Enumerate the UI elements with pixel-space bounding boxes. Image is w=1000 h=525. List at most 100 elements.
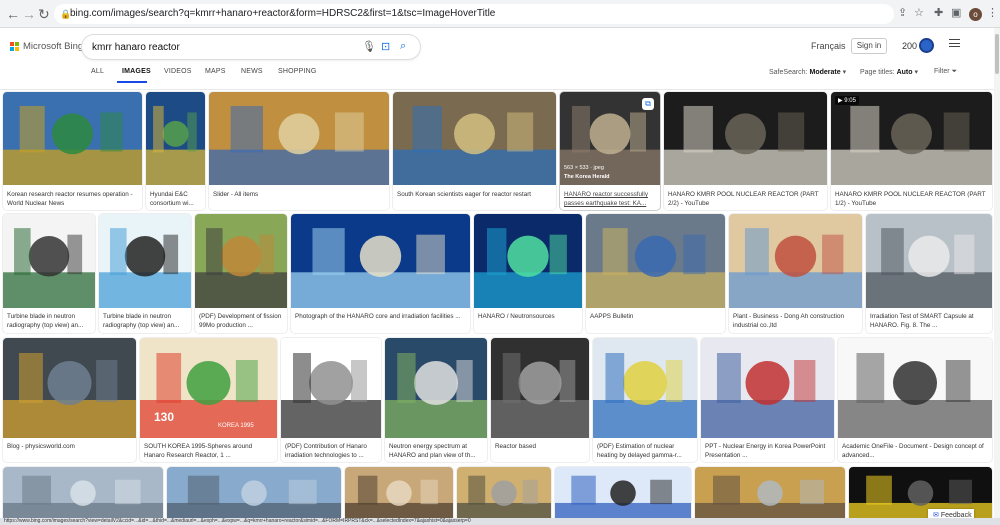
result-caption: (PDF) Development of fission 99Mo produc… <box>199 313 282 329</box>
search-icon[interactable]: ⌕ <box>400 40 406 53</box>
tab-all[interactable]: ALL <box>91 68 104 75</box>
bing-header: Microsoft Bing 🎙 ⊡ ⌕ Français Sign in 20… <box>0 28 1000 90</box>
result-caption: South Korean scientists eager for reacto… <box>397 191 532 198</box>
link-status-bar: https://www.bing.com/images/search?view=… <box>0 518 1000 525</box>
language-link[interactable]: Français <box>811 41 846 51</box>
result-caption: HANARO / Neutronsources <box>478 313 555 320</box>
rewards-count[interactable]: 200 <box>902 41 917 51</box>
stamp-denomination: 130 <box>154 410 175 424</box>
safesearch-label: SafeSearch: <box>769 69 808 76</box>
safesearch-dropdown[interactable]: SafeSearch: Moderate ▾ <box>769 68 846 76</box>
image-result[interactable]: PPT - Nuclear Energy in Korea PowerPoint… <box>701 338 834 462</box>
scrollbar-thumb[interactable] <box>995 34 999 74</box>
image-result[interactable]: Turbine blade in neutron radiography (to… <box>99 214 191 333</box>
result-thumbnail <box>555 467 691 525</box>
result-caption: (PDF) Contribution of Hanaro irradiation… <box>285 443 367 459</box>
result-caption: Reactor based <box>495 443 536 450</box>
result-caption: Irradiation Test of SMART Capsule at HAN… <box>870 313 974 329</box>
image-result[interactable]: 130 KOREA 1995 SOUTH KOREA 1995-Spheres … <box>140 338 277 462</box>
image-result[interactable]: Hyundai E&C consortium wi... <box>146 92 205 210</box>
result-thumbnail <box>3 214 95 308</box>
result-thumbnail <box>146 92 205 185</box>
result-thumbnail <box>3 467 163 525</box>
image-result[interactable]: HANARO KMRR POOL NUCLEAR REACTOR (PART 2… <box>664 92 827 210</box>
result-thumbnail <box>345 467 453 525</box>
search-input[interactable] <box>92 39 352 55</box>
result-thumbnail <box>701 338 834 438</box>
image-result[interactable]: Neutron energy spectrum at HANARO and pl… <box>385 338 487 462</box>
lock-icon[interactable]: 🔒 <box>60 4 71 24</box>
visual-search-icon[interactable]: ⧉ <box>642 98 654 110</box>
image-result[interactable]: AAPPS Bulletin <box>586 214 725 333</box>
image-result[interactable]: Academic OneFile - Document - Design con… <box>838 338 992 462</box>
image-result[interactable]: Reactor based <box>491 338 589 462</box>
chevron-down-icon: ▾ <box>842 69 847 76</box>
image-result[interactable] <box>345 467 453 525</box>
back-icon[interactable]: ← <box>6 6 20 22</box>
result-thumbnail <box>457 467 551 525</box>
reload-icon[interactable]: ↻ <box>38 6 50 22</box>
sign-in-button[interactable]: Sign in <box>851 38 887 54</box>
browser-menu-icon[interactable]: ⋮ <box>987 6 998 19</box>
bookmark-star-icon[interactable]: ☆ <box>914 6 924 19</box>
image-result[interactable]: Plant - Business - Dong Ah construction … <box>729 214 862 333</box>
image-result[interactable]: Blog - physicsworld.com <box>3 338 136 462</box>
image-result[interactable] <box>3 467 163 525</box>
image-result[interactable]: Irradiation Test of SMART Capsule at HAN… <box>866 214 992 333</box>
result-thumbnail <box>491 338 589 438</box>
image-result[interactable]: (PDF) Estimation of nuclear heating by d… <box>593 338 697 462</box>
tab-videos[interactable]: VIDEOS <box>164 68 192 75</box>
image-result[interactable]: Turbine blade in neutron radiography (to… <box>3 214 95 333</box>
tab-maps[interactable]: MAPS <box>205 68 226 75</box>
result-caption: Slider - All items <box>213 191 259 198</box>
image-result[interactable]: (PDF) Contribution of Hanaro irradiation… <box>281 338 381 462</box>
image-source: The Korea Herald <box>564 174 610 180</box>
image-result[interactable]: HANARO / Neutronsources <box>474 214 582 333</box>
image-result[interactable] <box>555 467 691 525</box>
image-results-grid: Korean research reactor resumes operatio… <box>0 90 994 525</box>
result-thumbnail <box>586 214 725 308</box>
image-result[interactable]: Korean research reactor resumes operatio… <box>3 92 142 210</box>
stamp-year: KOREA 1995 <box>218 423 254 429</box>
page-titles-dropdown[interactable]: Page titles: Auto ▾ <box>860 68 918 76</box>
filter-button[interactable]: Filter ⏷ <box>934 68 957 76</box>
result-thumbnail <box>831 92 992 185</box>
result-caption: PPT - Nuclear Energy in Korea PowerPoint… <box>705 443 826 459</box>
image-result[interactable] <box>167 467 341 525</box>
tab-news[interactable]: NEWS <box>241 68 263 75</box>
microphone-icon[interactable]: 🎙 <box>362 40 376 53</box>
result-caption: Blog - physicsworld.com <box>7 443 75 450</box>
profile-avatar[interactable]: o <box>969 8 982 21</box>
image-result[interactable]: South Korean scientists eager for reacto… <box>393 92 556 210</box>
image-result[interactable] <box>457 467 551 525</box>
sidebar-icon[interactable]: ▣ <box>951 6 961 19</box>
result-thumbnail <box>209 92 389 185</box>
forward-icon[interactable]: → <box>22 6 36 22</box>
result-caption: Photograph of the HANARO core and irradi… <box>295 313 461 320</box>
tab-images[interactable]: IMAGES <box>122 68 151 75</box>
image-result[interactable]: ▶ 9:05 HANARO KMRR POOL NUCLEAR REACTOR … <box>831 92 992 210</box>
result-caption: Korean research reactor resumes operatio… <box>7 191 133 207</box>
image-result[interactable]: Slider - All items <box>209 92 389 210</box>
result-caption: HANARO KMRR POOL NUCLEAR REACTOR (PART 1… <box>835 191 986 207</box>
tab-shopping[interactable]: SHOPPING <box>278 68 317 75</box>
result-thumbnail <box>3 92 142 185</box>
result-thumbnail <box>99 214 191 308</box>
share-icon[interactable]: ⇪ <box>898 6 907 19</box>
image-result-hovered[interactable]: ⧉ 563 × 533 · jpeg The Korea Herald HANA… <box>560 92 660 210</box>
filter-label: Filter <box>934 68 950 75</box>
result-thumbnail <box>593 338 697 438</box>
address-bar[interactable]: 🔒 bing.com/images/search?q=kmrr+hanaro+r… <box>54 4 894 24</box>
result-thumbnail <box>474 214 582 308</box>
page-scrollbar[interactable] <box>994 28 1000 525</box>
hamburger-menu-icon[interactable] <box>949 39 960 47</box>
result-thumbnail <box>281 338 381 438</box>
image-result[interactable]: (PDF) Development of fission 99Mo produc… <box>195 214 287 333</box>
extensions-icon[interactable]: ✚ <box>934 6 943 19</box>
image-result[interactable] <box>695 467 845 525</box>
result-caption[interactable]: HANARO reactor successfully passes earth… <box>564 190 656 208</box>
rewards-medal-icon[interactable] <box>919 38 934 53</box>
result-thumbnail <box>838 338 992 438</box>
image-result[interactable]: Photograph of the HANARO core and irradi… <box>291 214 470 333</box>
visual-search-icon[interactable]: ⊡ <box>381 40 390 53</box>
